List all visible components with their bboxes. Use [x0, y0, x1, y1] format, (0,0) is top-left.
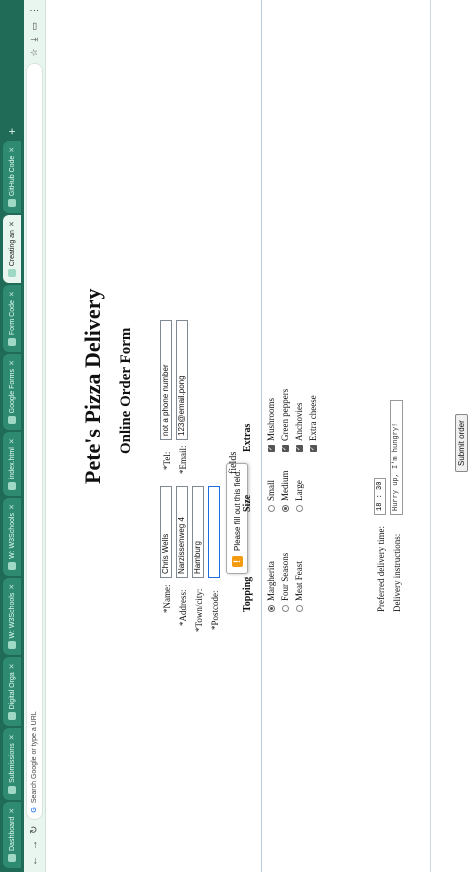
- radio-selected[interactable]: [281, 505, 289, 512]
- radio[interactable]: [295, 505, 303, 512]
- divider-line: [430, 0, 431, 872]
- new-tab-plus-icon[interactable]: +: [5, 124, 19, 139]
- delivery-time-label: Preferred delivery time:: [376, 526, 386, 612]
- radio[interactable]: [295, 605, 303, 612]
- submit-order-button[interactable]: Submit order: [455, 414, 468, 472]
- topping-option-meat-feast[interactable]: Meat Feast: [294, 561, 304, 612]
- radio[interactable]: [281, 605, 289, 612]
- extra-anchovies[interactable]: ✓ Anchovies: [294, 403, 304, 452]
- favicon-icon: [8, 712, 16, 721]
- favicon-icon: [8, 482, 16, 491]
- checkbox-checked[interactable]: ✓: [309, 445, 317, 452]
- tab-google-forms[interactable]: Google Forms ✕: [3, 354, 21, 431]
- extra-green-peppers[interactable]: ✓ Green peppers: [280, 389, 290, 452]
- close-icon[interactable]: ✕: [8, 734, 16, 740]
- delivery-instructions-label: Delivery instructions:: [392, 533, 402, 612]
- form-subtitle: Online Order Form: [118, 327, 134, 454]
- radio-selected[interactable]: [267, 605, 275, 612]
- favicon-icon: [8, 854, 16, 862]
- favicon-icon: [8, 269, 16, 278]
- delivery-time-input[interactable]: 18 : 30: [374, 477, 386, 515]
- browser-toolbar: ← → ↻ G Search Google or type a URL ☆ ⤓ …: [24, 0, 46, 872]
- favicon-icon: [8, 561, 16, 570]
- postcode-field[interactable]: [208, 486, 220, 578]
- google-g-icon: G: [31, 807, 38, 813]
- tab-digital[interactable]: Digital Orga ✕: [3, 657, 21, 727]
- star-icon[interactable]: ☆: [29, 49, 40, 57]
- tel-label: *Tel:: [162, 451, 172, 470]
- name-label: *Name:: [162, 584, 172, 614]
- close-icon[interactable]: ✕: [8, 504, 16, 510]
- extras-header: Extras: [242, 423, 253, 452]
- tab-creating[interactable]: Creating an ✕: [3, 215, 21, 284]
- checkbox-checked[interactable]: ✓: [295, 445, 303, 452]
- town-field[interactable]: Hamburg: [192, 486, 204, 578]
- close-icon[interactable]: ✕: [8, 291, 16, 297]
- tab-w3schools-1[interactable]: W: W3Schools ✕: [3, 577, 21, 656]
- download-icon[interactable]: ⤓: [29, 38, 40, 42]
- delivery-instructions-textarea[interactable]: Hurry up, I'm hungry!: [390, 400, 403, 515]
- checkbox-checked[interactable]: ✓: [267, 445, 275, 452]
- menu-icon[interactable]: ⋮: [29, 6, 40, 15]
- name-field[interactable]: Chris Wells: [160, 486, 172, 578]
- checkbox-checked[interactable]: ✓: [281, 445, 289, 452]
- tab-dashboard[interactable]: Dashboard ✕: [3, 801, 21, 868]
- size-option-small[interactable]: Small: [266, 480, 276, 512]
- postcode-label: *Postcode:: [210, 590, 220, 631]
- validation-message: Please fill out this field.: [232, 469, 242, 551]
- tab-w3schools-2[interactable]: W: W3Schools ✕: [3, 498, 21, 576]
- town-label: *Town/city:: [194, 588, 204, 632]
- email-field[interactable]: 123@email.pong: [176, 320, 188, 440]
- close-icon[interactable]: ✕: [8, 808, 16, 814]
- reload-icon[interactable]: ↻: [29, 826, 40, 834]
- address-placeholder: Search Google or type a URL: [31, 711, 38, 804]
- page-content: Pete's Pizza Delivery Online Order Form …: [46, 0, 476, 872]
- favicon-icon: [8, 199, 16, 208]
- topping-option-four-seasons[interactable]: Four Seasons: [280, 553, 290, 612]
- tab-strip: Dashboard ✕ Submissions ✕ Digital Orga ✕ W:…: [0, 0, 24, 872]
- close-icon[interactable]: ✕: [8, 360, 16, 366]
- close-icon[interactable]: ✕: [8, 663, 16, 669]
- back-arrow-icon[interactable]: ←: [29, 856, 40, 866]
- page-title: Pete's Pizza Delivery: [80, 288, 105, 484]
- fields-text: fields: [228, 451, 239, 474]
- window-icon[interactable]: ▭: [29, 22, 40, 31]
- extra-mushrooms[interactable]: ✓ Mushrooms: [266, 398, 276, 452]
- forward-arrow-icon[interactable]: →: [29, 840, 40, 850]
- email-label: *Email:: [178, 445, 188, 475]
- warning-icon: !: [231, 556, 243, 567]
- topping-header: Topping: [242, 576, 253, 612]
- radio[interactable]: [267, 505, 275, 512]
- divider-line: [261, 0, 262, 872]
- address-field[interactable]: Narzissenweg 4: [176, 486, 188, 578]
- validation-tooltip: ! Please fill out this field.: [226, 462, 248, 574]
- tab-github[interactable]: GitHub Code ✕: [3, 140, 21, 214]
- address-bar[interactable]: G Search Google or type a URL: [26, 62, 43, 820]
- tab-submissions[interactable]: Submissions ✕: [3, 728, 21, 800]
- tel-field[interactable]: not a phone number: [160, 320, 172, 440]
- close-icon[interactable]: ✕: [8, 584, 16, 590]
- size-header: Size: [242, 494, 253, 512]
- size-option-large[interactable]: Large: [294, 480, 304, 512]
- browser-window: Dashboard ✕ Submissions ✕ Digital Orga ✕ W:…: [0, 0, 476, 872]
- extra-cheese[interactable]: ✓ Extra cheese: [308, 395, 318, 452]
- close-icon[interactable]: ✕: [8, 438, 16, 444]
- favicon-icon: [8, 641, 16, 650]
- tab-index[interactable]: index.html ✕: [3, 432, 21, 497]
- address-label: *Address:: [178, 589, 188, 627]
- tab-form-code[interactable]: Form Code ✕: [3, 285, 21, 353]
- size-option-medium[interactable]: Medium: [280, 471, 290, 512]
- favicon-icon: [8, 416, 16, 425]
- close-icon[interactable]: ✕: [8, 221, 16, 227]
- close-icon[interactable]: ✕: [8, 147, 16, 153]
- favicon-icon: [8, 785, 16, 794]
- topping-option-margherita[interactable]: Margherita: [266, 561, 276, 612]
- favicon-icon: [8, 338, 16, 347]
